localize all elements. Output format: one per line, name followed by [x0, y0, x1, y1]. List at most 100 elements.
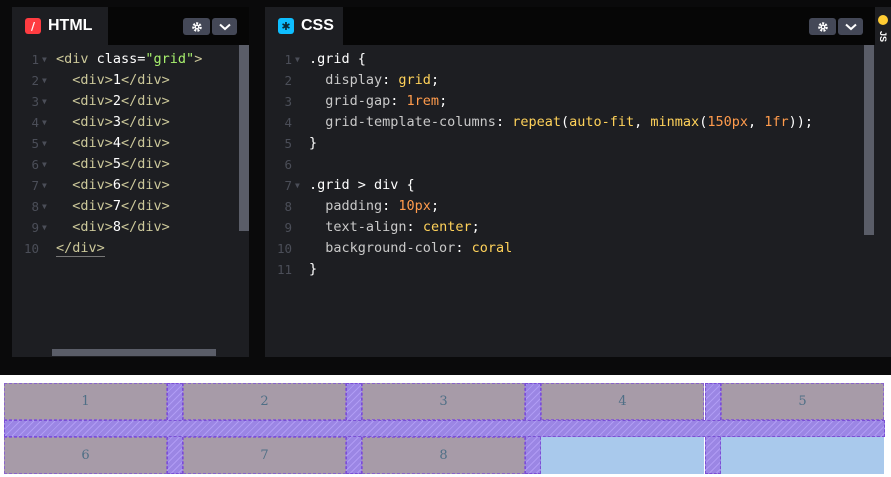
- code-line[interactable]: 4 grid-template-columns: repeat(auto-fit…: [265, 112, 875, 133]
- line-number: 5: [284, 136, 292, 151]
- fold-arrow-icon[interactable]: ▼: [42, 49, 47, 70]
- fold-arrow-icon[interactable]: ▼: [42, 91, 47, 112]
- code-line[interactable]: 10 </div>: [12, 238, 249, 259]
- code-token: "grid": [145, 51, 195, 67]
- css-vertical-scrollbar[interactable]: [864, 45, 874, 235]
- code-token: <div>: [56, 177, 113, 193]
- code-line[interactable]: 1 ▼ <div class="grid">: [12, 49, 249, 70]
- code-token: coral: [471, 240, 513, 256]
- code-line[interactable]: 6 ▼ <div>5</div>: [12, 154, 249, 175]
- grid-item: 6: [4, 437, 167, 474]
- code-token: </div>: [56, 240, 105, 257]
- fold-arrow-icon[interactable]: ▼: [295, 49, 300, 70]
- code-token: {: [406, 177, 415, 193]
- html-horizontal-scrollbar[interactable]: [52, 349, 216, 356]
- code-token: :: [382, 72, 399, 88]
- code-line[interactable]: 6: [265, 154, 875, 175]
- html-code-area[interactable]: 1 ▼ <div class="grid"> 2 ▼ <div>1</div> 3 ▼ <d…: [12, 49, 249, 357]
- gear-icon: [191, 21, 202, 32]
- code-token: 10px: [398, 198, 431, 214]
- code-token: ;: [471, 219, 480, 235]
- code-line[interactable]: 9 ▼ <div>8</div>: [12, 217, 249, 238]
- css-collapse-button[interactable]: [838, 18, 863, 35]
- code-token: center: [422, 219, 472, 235]
- code-token: </div>: [121, 114, 170, 130]
- code-text: <div class="grid">: [56, 49, 202, 70]
- fold-arrow-icon[interactable]: ▼: [42, 70, 47, 91]
- code-text: <div>3</div>: [56, 112, 170, 133]
- code-token: </div>: [121, 72, 170, 88]
- code-line[interactable]: 7 ▼ .grid > div {: [265, 175, 875, 196]
- fold-arrow-icon[interactable]: ▼: [42, 133, 47, 154]
- css-settings-button[interactable]: [809, 18, 836, 35]
- code-token: grid: [398, 72, 431, 88]
- fold-arrow-icon[interactable]: ▼: [42, 112, 47, 133]
- js-collapsed-pane[interactable]: JS: [875, 7, 891, 357]
- code-token: background-color: [309, 240, 456, 256]
- code-token: :: [495, 114, 513, 130]
- code-token: 3: [112, 114, 122, 130]
- code-line[interactable]: 8 padding: 10px;: [265, 196, 875, 217]
- fold-arrow-icon[interactable]: ▼: [42, 175, 47, 196]
- fold-arrow-icon[interactable]: ▼: [295, 175, 300, 196]
- js-pane-label: JS: [878, 31, 888, 43]
- tab-html[interactable]: / HTML: [12, 7, 108, 45]
- code-text: }: [309, 259, 317, 280]
- fold-arrow-icon[interactable]: ▼: [42, 154, 47, 175]
- code-token: 2: [112, 93, 122, 109]
- html-pane-header: / HTML: [12, 7, 249, 45]
- code-text: padding: 10px;: [309, 196, 439, 217]
- code-line[interactable]: 10 background-color: coral: [265, 238, 875, 259]
- code-text: grid-template-columns: repeat(auto-fit, …: [309, 112, 813, 133]
- code-token: class: [96, 51, 138, 67]
- code-token: ;: [439, 93, 448, 109]
- code-token: <div>: [56, 198, 113, 214]
- code-token: ,: [747, 114, 765, 130]
- code-text: </div>: [56, 238, 105, 259]
- code-token: 6: [112, 177, 122, 193]
- code-token: }: [309, 135, 318, 151]
- code-line[interactable]: 5}: [265, 133, 875, 154]
- line-number: 4: [31, 115, 39, 130]
- tab-css[interactable]: ✱ CSS: [265, 7, 343, 45]
- code-text: <div>6</div>: [56, 175, 170, 196]
- code-line[interactable]: 11}: [265, 259, 875, 280]
- code-line[interactable]: 2 display: grid;: [265, 70, 875, 91]
- code-line[interactable]: 8 ▼ <div>7</div>: [12, 196, 249, 217]
- code-line[interactable]: 2 ▼ <div>1</div>: [12, 70, 249, 91]
- css-code-area[interactable]: 1 ▼ .grid {2 display: grid; 3 grid-gap: 1re…: [265, 49, 875, 357]
- code-token: 5: [112, 156, 122, 172]
- line-number: 7: [31, 178, 39, 193]
- css-editor-pane[interactable]: ✱ CSS 1 ▼ .grid {2 display: grid; 3 grid-ga…: [265, 7, 875, 357]
- code-line[interactable]: 7 ▼ <div>6</div>: [12, 175, 249, 196]
- code-line[interactable]: 4 ▼ <div>3</div>: [12, 112, 249, 133]
- line-number: 8: [284, 199, 292, 214]
- code-line[interactable]: 9 text-align: center;: [265, 217, 875, 238]
- chevron-down-icon: [218, 23, 231, 30]
- fold-arrow-icon[interactable]: ▼: [42, 217, 47, 238]
- line-number: 2: [284, 73, 292, 88]
- code-token: auto-fit: [569, 114, 635, 130]
- code-line[interactable]: 1 ▼ .grid {: [265, 49, 875, 70]
- html-settings-button[interactable]: [183, 18, 210, 35]
- fold-arrow-icon[interactable]: ▼: [42, 196, 47, 217]
- html-collapse-button[interactable]: [212, 18, 237, 35]
- html-editor-pane[interactable]: / HTML 1 ▼ <div class="grid"> 2 ▼ <div>1</di…: [12, 7, 249, 357]
- html-vertical-scrollbar[interactable]: [239, 45, 249, 231]
- line-number: 11: [276, 262, 292, 277]
- code-token: 1: [112, 72, 122, 88]
- asterisk-icon: ✱: [278, 18, 294, 34]
- grid-item: 3: [362, 383, 525, 420]
- code-token: repeat: [512, 114, 561, 130]
- code-token: .grid > div: [309, 177, 407, 193]
- code-token: text-align: [309, 219, 407, 235]
- code-token: :: [406, 219, 423, 235]
- code-token: <div>: [56, 135, 113, 151]
- code-line[interactable]: 3 ▼ <div>2</div>: [12, 91, 249, 112]
- grid-item: 4: [541, 383, 704, 420]
- code-token: .grid: [309, 51, 358, 67]
- code-token: </div>: [121, 219, 170, 235]
- code-line[interactable]: 3 grid-gap: 1rem;: [265, 91, 875, 112]
- code-line[interactable]: 5 ▼ <div>4</div>: [12, 133, 249, 154]
- code-token: {: [357, 51, 366, 67]
